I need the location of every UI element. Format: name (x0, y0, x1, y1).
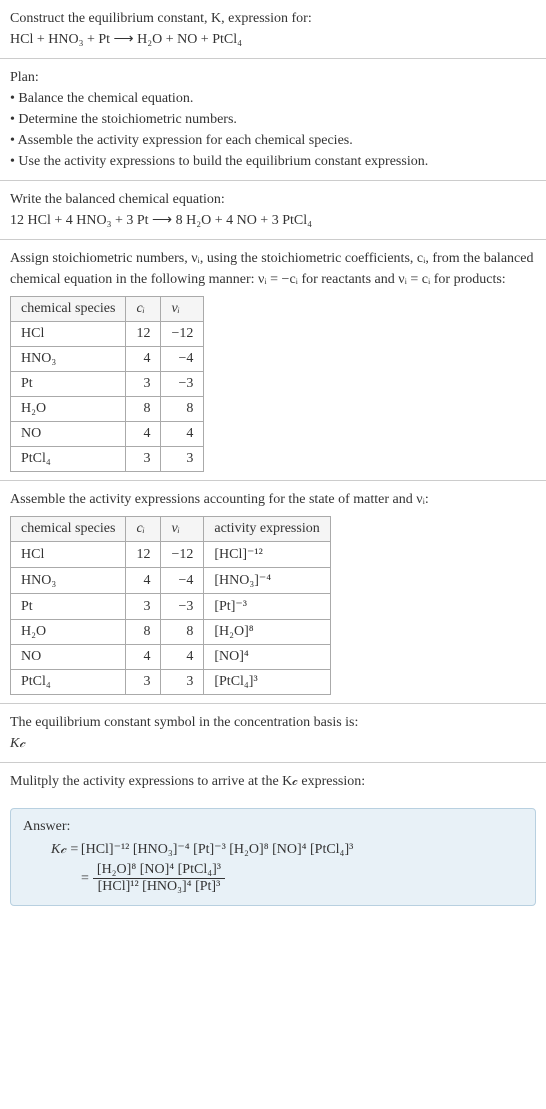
assign-text: Assign stoichiometric numbers, νᵢ, using… (10, 248, 536, 290)
cell-c: 3 (126, 447, 161, 472)
cell-v: −4 (161, 347, 204, 372)
cell-activity: [H₂O]⁸ (204, 620, 330, 645)
activity-table: chemical species cᵢ νᵢ activity expressi… (10, 516, 331, 695)
cell-c: 3 (126, 670, 161, 695)
answer-fraction: [H₂O]⁸ [NO]⁴ [PtCl₄]³ [HCl]¹² [HNO₃]⁴ [P… (93, 862, 225, 895)
answer-label: Answer: (23, 819, 523, 835)
cell-species: H₂O (11, 620, 126, 645)
cell-c: 3 (126, 372, 161, 397)
cell-c: 4 (126, 568, 161, 594)
plan-bullet-4: • Use the activity expressions to build … (10, 151, 536, 172)
cell-species: Pt (11, 372, 126, 397)
plan-bullet-2: • Determine the stoichiometric numbers. (10, 109, 536, 130)
cell-v: −4 (161, 568, 204, 594)
cell-c: 8 (126, 397, 161, 422)
answer-line-2: = [H₂O]⁸ [NO]⁴ [PtCl₄]³ [HCl]¹² [HNO₃]⁴ … (51, 862, 523, 895)
balanced-equation: 12 HCl + 4 HNO₃ + 3 Pt ⟶ 8 H₂O + 4 NO + … (10, 210, 536, 231)
col-species: chemical species (11, 297, 126, 322)
cell-c: 3 (126, 594, 161, 620)
cell-v: −3 (161, 594, 204, 620)
cell-species: HNO₃ (11, 568, 126, 594)
plan-section: Plan: • Balance the chemical equation. •… (0, 59, 546, 181)
symbol-section: The equilibrium constant symbol in the c… (0, 704, 546, 763)
table-header-row: chemical species cᵢ νᵢ (11, 297, 204, 322)
cell-v: 4 (161, 422, 204, 447)
assemble-section: Assemble the activity expressions accoun… (0, 481, 546, 704)
assign-section: Assign stoichiometric numbers, νᵢ, using… (0, 240, 546, 481)
table-row: HNO₃ 4 −4 (11, 347, 204, 372)
cell-v: 3 (161, 670, 204, 695)
col-v: νᵢ (161, 297, 204, 322)
table-row: NO 4 4 [NO]⁴ (11, 645, 331, 670)
cell-v: −3 (161, 372, 204, 397)
cell-activity: [Pt]⁻³ (204, 594, 330, 620)
table-row: Pt 3 −3 [Pt]⁻³ (11, 594, 331, 620)
symbol-kc: K𝒸 (10, 733, 536, 754)
answer-frac-numerator: [H₂O]⁸ [NO]⁴ [PtCl₄]³ (93, 862, 225, 879)
table-row: H₂O 8 8 (11, 397, 204, 422)
answer-flat-expr: [HCl]⁻¹² [HNO₃]⁻⁴ [Pt]⁻³ [H₂O]⁸ [NO]⁴ [P… (81, 841, 353, 858)
cell-c: 4 (126, 645, 161, 670)
intro-equation: HCl + HNO₃ + Pt ⟶ H₂O + NO + PtCl₄ (10, 29, 536, 50)
answer-box: Answer: K𝒸 = [HCl]⁻¹² [HNO₃]⁻⁴ [Pt]⁻³ [H… (10, 808, 536, 906)
table-row: NO 4 4 (11, 422, 204, 447)
multiply-section: Mulitply the activity expressions to arr… (0, 763, 546, 800)
cell-species: HCl (11, 322, 126, 347)
table-row: HNO₃ 4 −4 [HNO₃]⁻⁴ (11, 568, 331, 594)
answer-lhs: K𝒸 = (51, 842, 79, 858)
cell-species: HNO₃ (11, 347, 126, 372)
assemble-text: Assemble the activity expressions accoun… (10, 489, 536, 510)
cell-v: 8 (161, 620, 204, 645)
cell-activity: [HNO₃]⁻⁴ (204, 568, 330, 594)
cell-activity: [PtCl₄]³ (204, 670, 330, 695)
cell-species: H₂O (11, 397, 126, 422)
table-header-row: chemical species cᵢ νᵢ activity expressi… (11, 517, 331, 542)
intro-section: Construct the equilibrium constant, K, e… (0, 0, 546, 59)
plan-heading: Plan: (10, 67, 536, 88)
multiply-text: Mulitply the activity expressions to arr… (10, 771, 536, 792)
cell-species: HCl (11, 542, 126, 568)
table-row: PtCl₄ 3 3 (11, 447, 204, 472)
cell-v: −12 (161, 542, 204, 568)
cell-c: 4 (126, 347, 161, 372)
intro-line1: Construct the equilibrium constant, K, e… (10, 8, 536, 29)
cell-species: NO (11, 645, 126, 670)
col-activity: activity expression (204, 517, 330, 542)
table-row: HCl 12 −12 (11, 322, 204, 347)
cell-c: 4 (126, 422, 161, 447)
table-row: H₂O 8 8 [H₂O]⁸ (11, 620, 331, 645)
answer-frac-denominator: [HCl]¹² [HNO₃]⁴ [Pt]³ (93, 879, 225, 895)
answer-line-1: K𝒸 = [HCl]⁻¹² [HNO₃]⁻⁴ [Pt]⁻³ [H₂O]⁸ [NO… (51, 841, 523, 858)
cell-v: 3 (161, 447, 204, 472)
cell-activity: [NO]⁴ (204, 645, 330, 670)
col-c: cᵢ (126, 297, 161, 322)
table-row: PtCl₄ 3 3 [PtCl₄]³ (11, 670, 331, 695)
symbol-text: The equilibrium constant symbol in the c… (10, 712, 536, 733)
plan-bullet-3: • Assemble the activity expression for e… (10, 130, 536, 151)
cell-c: 12 (126, 542, 161, 568)
cell-v: 4 (161, 645, 204, 670)
table-row: Pt 3 −3 (11, 372, 204, 397)
cell-activity: [HCl]⁻¹² (204, 542, 330, 568)
cell-species: NO (11, 422, 126, 447)
cell-v: 8 (161, 397, 204, 422)
cell-species: Pt (11, 594, 126, 620)
cell-c: 8 (126, 620, 161, 645)
cell-c: 12 (126, 322, 161, 347)
col-c: cᵢ (126, 517, 161, 542)
cell-species: PtCl₄ (11, 447, 126, 472)
col-v: νᵢ (161, 517, 204, 542)
answer-eq: = (81, 871, 89, 887)
plan-bullet-1: • Balance the chemical equation. (10, 88, 536, 109)
cell-species: PtCl₄ (11, 670, 126, 695)
cell-v: −12 (161, 322, 204, 347)
col-species: chemical species (11, 517, 126, 542)
balanced-section: Write the balanced chemical equation: 12… (0, 181, 546, 240)
balanced-heading: Write the balanced chemical equation: (10, 189, 536, 210)
table-row: HCl 12 −12 [HCl]⁻¹² (11, 542, 331, 568)
stoich-table: chemical species cᵢ νᵢ HCl 12 −12 HNO₃ 4… (10, 296, 204, 472)
